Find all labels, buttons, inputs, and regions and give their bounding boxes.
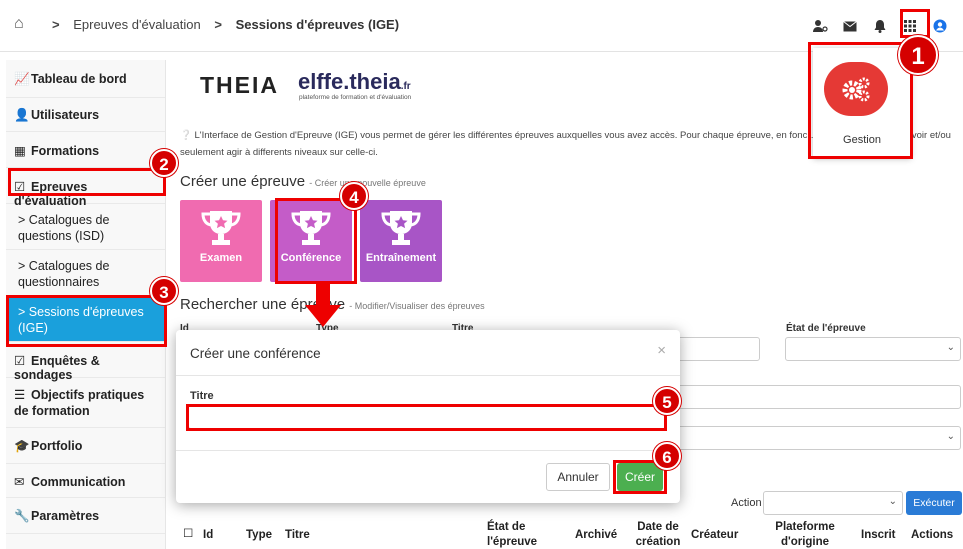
create-subtitle: - Créer une nouvelle épreuve <box>309 178 426 188</box>
user-icon: 👤 <box>14 108 30 122</box>
sidebar-item-label: Utilisateurs <box>31 108 100 122</box>
sidebar-item-label: Objectifs pratiques de formation <box>14 388 145 418</box>
sidebar-item-label: Tableau de bord <box>31 72 127 86</box>
trophy-icon <box>381 211 421 245</box>
home-icon[interactable]: ⌂ <box>14 15 24 33</box>
create-section-title: Créer une épreuve - Créer une nouvelle é… <box>180 173 426 190</box>
sidebar-item-enquetes[interactable]: ☑ Enquêtes & sondages <box>6 342 165 382</box>
search-field-2[interactable] <box>660 385 961 409</box>
modal-title: Créer une conférence <box>190 346 321 361</box>
col-type[interactable]: Type <box>246 528 272 543</box>
sidebar-item-communication[interactable]: ✉ Communication <box>6 464 165 498</box>
sidebar-item-label: Formations <box>31 144 100 158</box>
chevron-down-icon: ⌄ <box>946 431 955 442</box>
sidebar-item-label: Communication <box>31 475 126 489</box>
chevron-down-icon: ⌄ <box>946 342 955 353</box>
sidebar-item-utilisateurs[interactable]: 👤Utilisateurs <box>6 98 165 132</box>
modal-header: Créer une conférence × <box>176 330 680 376</box>
logo-elffe: elffe.theia.fr <box>298 69 411 95</box>
select-all-checkbox[interactable]: ☐ <box>183 527 193 542</box>
logo-tagline: plateforme de formation et d'évaluation <box>299 94 412 101</box>
chevron-right-icon: > <box>18 213 26 227</box>
list-icon: ☰ <box>14 388 26 402</box>
cancel-button[interactable]: Annuler <box>546 463 610 491</box>
envelope-icon[interactable] <box>835 14 865 38</box>
highlight-titre-input <box>186 404 667 431</box>
col-inscrit[interactable]: Inscrit <box>861 528 896 543</box>
execute-button[interactable]: Exécuter <box>906 491 962 515</box>
sidebar-item-formations[interactable]: ▦ Formations <box>6 132 165 168</box>
sidebar-item-label: Catalogues de questionnaires <box>18 259 110 289</box>
annotation-badge-6: 6 <box>653 442 681 470</box>
user-key-icon[interactable] <box>805 14 835 38</box>
sidebar-item-tableau-de-bord[interactable]: 📈Tableau de bord <box>6 60 165 98</box>
col-plateforme[interactable]: Plateforme d'origine <box>768 520 842 549</box>
col-actions[interactable]: Actions <box>911 528 953 543</box>
col-titre[interactable]: Titre <box>285 528 310 543</box>
col-date-creation[interactable]: Date de création <box>628 520 688 549</box>
action-select[interactable]: ⌄ <box>763 491 903 515</box>
action-label: Action <box>731 497 762 509</box>
annotation-badge-4: 4 <box>340 182 368 210</box>
breadcrumb: ⌂ > Epreuves d'évaluation > Sessions d'é… <box>14 15 400 32</box>
annotation-badge-3: 3 <box>150 277 178 305</box>
sidebar-item-label: Catalogues de questions (ISD) <box>18 213 110 243</box>
checkbox-icon: ☑ <box>14 354 26 368</box>
search-subtitle: - Modifier/Visualiser des épreuves <box>349 301 485 311</box>
chevron-down-icon: ⌄ <box>888 496 897 507</box>
arrow-down-icon <box>305 283 341 327</box>
sidebar-item-catalogues-questions[interactable]: > Catalogues de questions (ISD) <box>6 204 165 250</box>
col-id[interactable]: Id <box>203 528 213 543</box>
highlight-gestion <box>808 42 913 159</box>
tile-entrainement[interactable]: Entraînement <box>360 200 442 282</box>
chevron-right-icon: > <box>214 17 222 32</box>
question-circle-icon: ❔ <box>180 130 192 141</box>
tile-examen[interactable]: Examen <box>180 200 262 282</box>
annotation-badge-5: 5 <box>653 387 681 415</box>
highlight-conference-tile <box>275 198 357 284</box>
logo: THEIA elffe.theia.fr plateforme de forma… <box>200 69 411 101</box>
bell-icon[interactable] <box>865 14 895 38</box>
sidebar-item-catalogues-questionnaires[interactable]: > Catalogues de questionnaires <box>6 250 165 296</box>
close-icon[interactable]: × <box>657 342 666 359</box>
envelope-icon: ✉ <box>14 475 25 489</box>
book-icon: ▦ <box>14 144 26 158</box>
highlight-epreuves <box>8 168 166 196</box>
create-title: Créer une épreuve <box>180 173 306 190</box>
wrench-icon: 🔧 <box>14 509 30 523</box>
col-etat[interactable]: État de l'épreuve <box>487 520 547 549</box>
tile-label: Examen <box>199 252 243 264</box>
annotation-badge-2: 2 <box>150 149 178 177</box>
annotation-badge-1: 1 <box>898 35 938 75</box>
sidebar-item-label: Portfolio <box>31 439 83 453</box>
logo-elffe-text: elffe.theia <box>298 69 401 94</box>
search-select-3[interactable]: ⌄ <box>660 426 961 450</box>
logo-theia: THEIA <box>200 72 279 98</box>
trophy-icon <box>201 211 241 245</box>
sidebar-item-label: Paramètres <box>31 509 100 523</box>
tile-label: Entraînement <box>365 252 437 264</box>
search-label-etat: État de l'épreuve <box>786 323 866 334</box>
highlight-grid-icon <box>900 9 930 38</box>
sidebar-item-parametres[interactable]: 🔧Paramètres <box>6 498 165 534</box>
chevron-right-icon: > <box>52 17 60 32</box>
dashboard-icon: 📈 <box>14 72 30 86</box>
sidebar-item-portfolio[interactable]: 🎓Portfolio <box>6 428 165 464</box>
sidebar-item-objectifs[interactable]: ☰ Objectifs pratiques de formation <box>6 378 165 428</box>
breadcrumb-item-sessions: Sessions d'épreuves (IGE) <box>235 17 400 32</box>
col-createur[interactable]: Créateur <box>691 528 738 543</box>
logo-elffe-tld: .fr <box>400 81 411 92</box>
breadcrumb-item-epreuves[interactable]: Epreuves d'évaluation <box>73 17 201 32</box>
search-etat-select[interactable]: ⌄ <box>785 337 961 361</box>
chevron-right-icon: > <box>18 259 26 273</box>
col-archive[interactable]: Archivé <box>575 528 617 543</box>
highlight-sessions <box>6 295 167 347</box>
top-icons <box>805 14 955 38</box>
titre-label: Titre <box>190 390 214 402</box>
graduation-cap-icon: 🎓 <box>14 439 30 453</box>
